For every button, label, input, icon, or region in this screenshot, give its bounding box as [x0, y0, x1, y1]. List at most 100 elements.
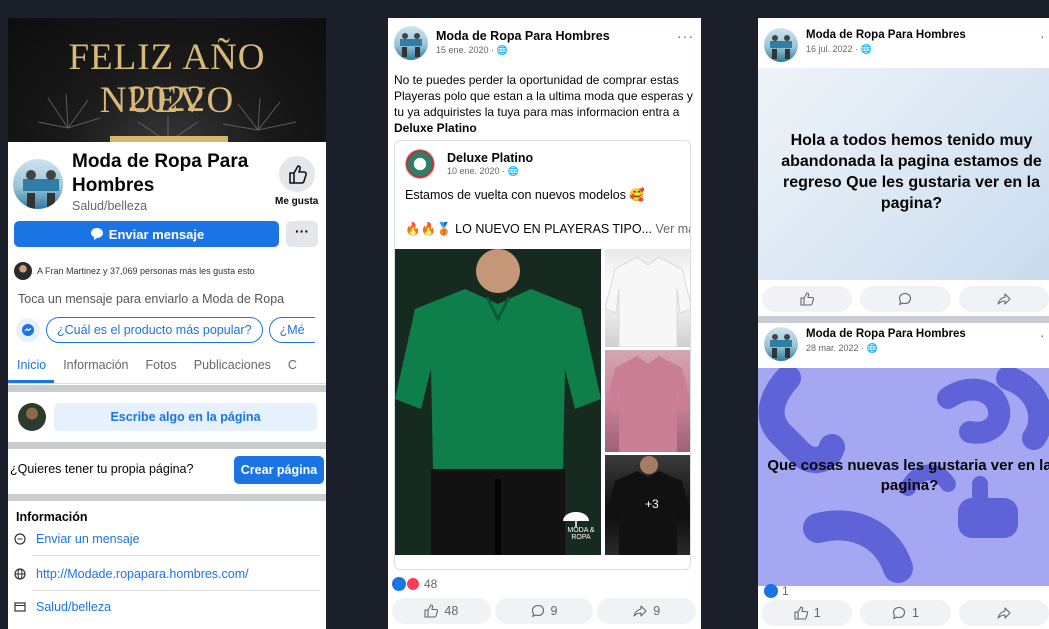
user-avatar — [18, 403, 46, 431]
more-options-button[interactable]: ··· — [286, 221, 318, 247]
message-bubble-icon — [14, 533, 26, 545]
post-author-avatar[interactable] — [764, 327, 798, 361]
pink-polo-illustration — [605, 356, 690, 452]
globe-icon — [14, 568, 26, 580]
more-photos-count: +3 — [645, 497, 659, 511]
shared-post-panel: Moda de Ropa Para Hombres 15 ene. 2020 ·… — [388, 18, 701, 629]
shared-author-name[interactable]: Deluxe Platino — [447, 151, 533, 165]
post-date[interactable]: 15 ene. 2020 · 🌐 — [436, 45, 508, 56]
comment-button[interactable] — [860, 286, 951, 312]
like-button[interactable] — [762, 286, 853, 312]
like-page-button[interactable] — [279, 156, 315, 192]
post-author-name[interactable]: Moda de Ropa Para Hombres — [806, 328, 966, 340]
like-reaction-icon — [392, 577, 406, 591]
messenger-icon — [22, 324, 34, 336]
page-tabs: Inicio Información Fotos Publicaciones C — [8, 348, 326, 384]
shared-post-card[interactable]: Deluxe Platino 10 ene. 2020 · 🌐 Estamos … — [394, 140, 691, 570]
page-title: Moda de Ropa Para Hombres — [72, 151, 249, 196]
section-divider — [8, 442, 326, 449]
info-website: http://Modade.ropapara.hombres.com/ — [36, 567, 249, 581]
comment-button[interactable]: 9 — [494, 598, 594, 624]
tab-publicaciones[interactable]: Publicaciones — [185, 348, 279, 383]
umbrella-logo-icon — [563, 512, 589, 527]
message-hint: Toca un mensaje para enviarlo a Moda de … — [18, 292, 285, 306]
friends-like-text: A Fran Martinez y 37,069 personas más le… — [37, 266, 255, 276]
reactions-summary[interactable]: 48 — [392, 577, 437, 591]
page-logo-icon — [23, 170, 59, 209]
post-author-name[interactable]: Moda de Ropa Para Hombres — [806, 29, 966, 41]
tab-informacion[interactable]: Información — [54, 348, 136, 383]
shared-post-date[interactable]: 10 ene. 2020 · 🌐 — [447, 166, 519, 177]
own-page-question: ¿Quieres tener tu propia página? — [10, 462, 194, 476]
shared-text-teaser: 🔥🔥🥉 LO NUEVO EN PLAYERAS TIPO... — [405, 222, 656, 236]
share-button[interactable]: 9 — [597, 598, 697, 624]
divider — [32, 590, 320, 591]
green-polo-illustration — [395, 249, 601, 555]
post-mention[interactable]: Deluxe Platino — [394, 121, 477, 135]
text-post-content: Hola a todos hemos tenido muy abandonada… — [781, 132, 1042, 212]
section-divider — [8, 385, 326, 392]
comment-icon — [899, 292, 912, 306]
friend-avatar — [14, 262, 32, 280]
info-send-message-row[interactable]: Enviar un mensaje — [14, 532, 320, 546]
post-body: No te puedes perder la oportunidad de co… — [394, 73, 693, 119]
post-action-bar: 1 1 — [762, 600, 1049, 626]
share-button[interactable] — [958, 600, 1049, 626]
cover-title-line-2: 2022 — [128, 79, 206, 120]
suggested-messages: ¿Cuál es el producto más popular? ¿Mé — [16, 317, 315, 343]
post-options-button[interactable]: · — [1040, 28, 1046, 44]
post-options-button[interactable]: ··· — [677, 28, 694, 44]
tab-more[interactable]: C — [279, 348, 305, 383]
post-author-avatar[interactable] — [394, 26, 428, 60]
messenger-icon — [90, 228, 103, 240]
photo-black-polo[interactable]: +3 — [605, 455, 690, 555]
reactions-summary[interactable]: 1 — [764, 584, 789, 598]
suggested-message-chip[interactable]: ¿Cuál es el producto más popular? — [46, 317, 263, 343]
reaction-count: 1 — [782, 584, 789, 598]
info-category-row[interactable]: Salud/belleza — [14, 600, 320, 614]
post-text: No te puedes perder la oportunidad de co… — [394, 72, 694, 136]
page-logo-icon — [400, 33, 422, 57]
messenger-chip-icon[interactable] — [16, 318, 40, 342]
share-icon — [997, 293, 1011, 305]
shared-author-avatar[interactable] — [405, 149, 435, 179]
photo-white-polo[interactable] — [605, 249, 690, 347]
like-button[interactable]: 48 — [392, 598, 491, 624]
thumbs-up-icon — [424, 604, 439, 618]
section-divider — [8, 494, 326, 501]
shared-text-line-2: 🔥🔥🥉 LO NUEVO EN PLAYERAS TIPO... Ver más — [405, 222, 690, 237]
like-button[interactable]: 1 — [762, 600, 853, 626]
suggested-message-chip[interactable]: ¿Mé — [268, 317, 315, 343]
post-action-bar — [762, 286, 1049, 312]
write-on-page-button[interactable]: Escribe algo en la página — [54, 403, 317, 431]
tab-inicio[interactable]: Inicio — [8, 348, 55, 383]
section-divider — [758, 316, 1049, 323]
page-avatar[interactable] — [10, 156, 66, 212]
share-count: 9 — [653, 604, 661, 618]
send-message-button[interactable]: Enviar mensaje — [14, 221, 279, 247]
see-more-link[interactable]: Ver más — [655, 222, 690, 236]
thumbs-up-icon — [794, 606, 808, 620]
post-author-name[interactable]: Moda de Ropa Para Hombres — [436, 29, 610, 43]
info-website-row[interactable]: http://Modade.ropapara.hombres.com/ — [14, 567, 320, 581]
comment-count: 1 — [912, 606, 919, 620]
info-heading: Información — [16, 510, 88, 524]
comment-button[interactable]: 1 — [860, 600, 951, 626]
post-date[interactable]: 16 jul. 2022 · 🌐 — [806, 44, 872, 55]
share-button[interactable] — [958, 286, 1049, 312]
tab-fotos[interactable]: Fotos — [137, 348, 185, 383]
post-author-avatar[interactable] — [764, 28, 798, 62]
post-options-button[interactable]: · — [1040, 327, 1046, 343]
post-date[interactable]: 28 mar. 2022 · 🌐 — [806, 343, 878, 354]
brand-watermark: MODA & ROPA — [561, 511, 601, 541]
send-message-label: Enviar mensaje — [108, 226, 205, 242]
create-page-button[interactable]: Crear página — [234, 456, 324, 484]
love-reaction-icon — [406, 577, 420, 591]
page-category: Salud/belleza — [72, 199, 148, 213]
photo-green-polo[interactable]: MODA & ROPA — [395, 249, 601, 555]
like-count: 1 — [813, 606, 821, 620]
info-category: Salud/belleza — [36, 600, 112, 614]
comment-icon — [892, 606, 906, 620]
photo-pink-polo[interactable] — [605, 350, 690, 452]
thumbs-up-icon — [289, 165, 307, 184]
